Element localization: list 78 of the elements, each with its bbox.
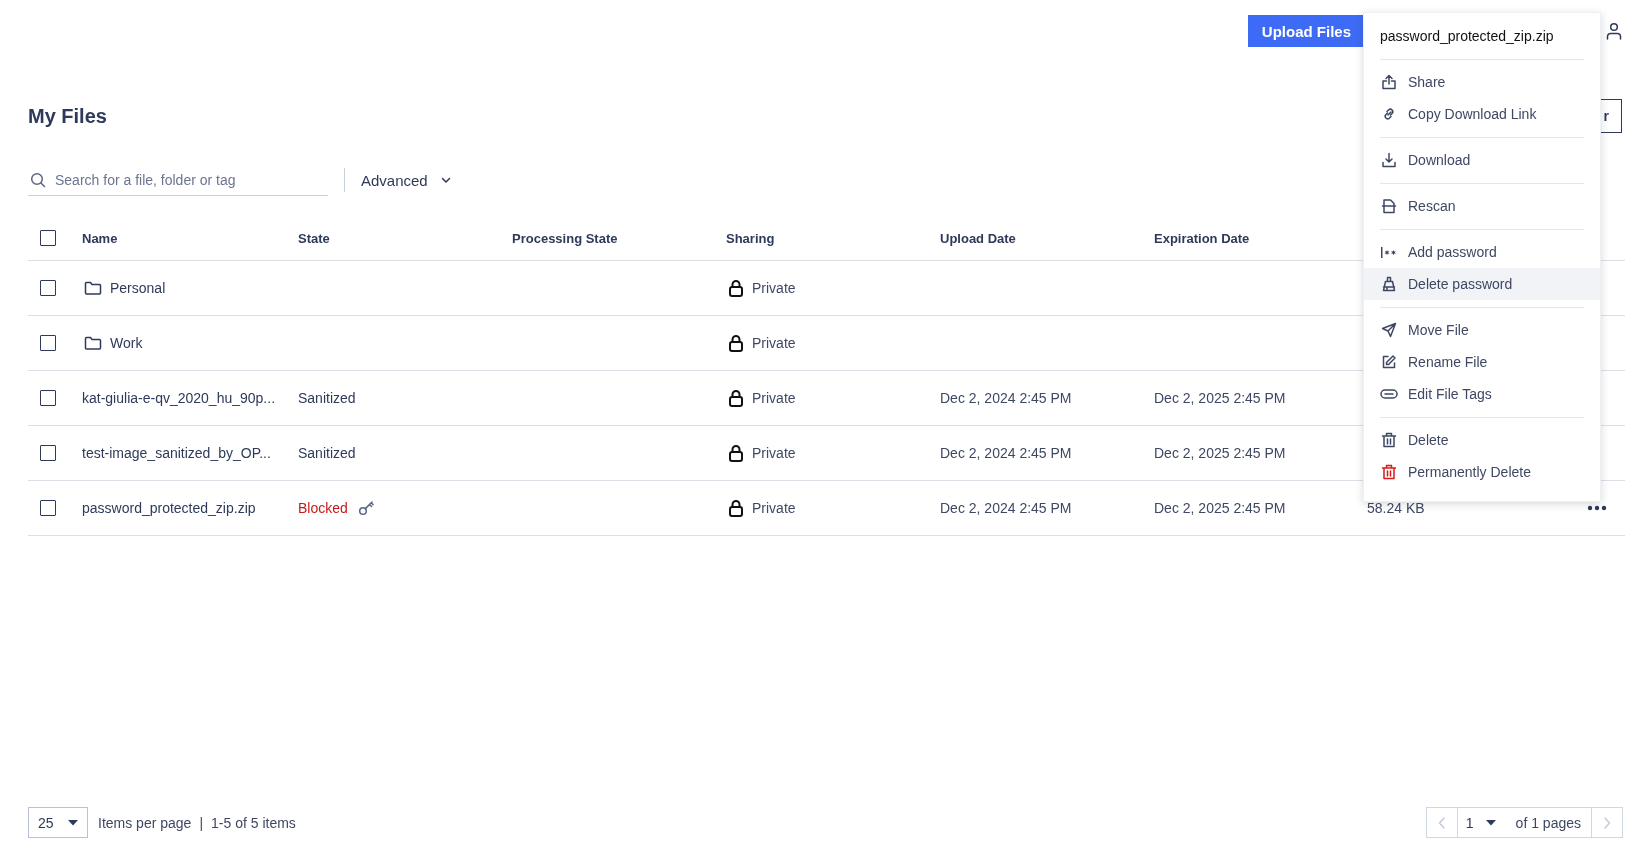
advanced-filter-button[interactable]: Advanced: [361, 171, 452, 189]
checkbox[interactable]: [40, 500, 56, 516]
eraser-icon: [1380, 276, 1398, 292]
trash-icon: [1380, 464, 1398, 480]
menu-item[interactable]: Download: [1364, 144, 1600, 176]
share-icon: [1380, 74, 1398, 90]
upload-date: Dec 2, 2024 2:45 PM: [940, 390, 1072, 406]
menu-item[interactable]: Delete password: [1364, 268, 1600, 300]
menu-item[interactable]: Add password: [1364, 236, 1600, 268]
caret-icon: [1485, 819, 1496, 826]
chevron-left-icon: [1437, 816, 1446, 829]
menu-item[interactable]: Copy Download Link: [1364, 98, 1600, 130]
search-icon: [30, 172, 46, 188]
state-text: Sanitized: [298, 445, 356, 461]
checkbox[interactable]: [40, 230, 56, 246]
column-header[interactable]: State: [298, 230, 330, 246]
lock-icon: [728, 389, 744, 407]
upload-date: Dec 2, 2024 2:45 PM: [940, 445, 1072, 461]
lock-icon: [728, 334, 744, 352]
per-page-select[interactable]: 25: [28, 807, 88, 838]
download-icon: [1380, 152, 1398, 168]
state-text: Sanitized: [298, 390, 356, 406]
sharing-text: Private: [752, 445, 796, 461]
file-name[interactable]: password_protected_zip.zip: [82, 500, 256, 516]
folder-icon: [84, 280, 102, 296]
column-header[interactable]: Upload Date: [940, 230, 1016, 246]
file-name[interactable]: kat-giulia-e-qv_2020_hu_90p...: [82, 390, 276, 406]
menu-item[interactable]: Permanently Delete: [1364, 456, 1600, 488]
sharing-text: Private: [752, 335, 796, 351]
menu-item[interactable]: Rescan: [1364, 190, 1600, 222]
more-icon[interactable]: [1587, 505, 1607, 511]
menu-item[interactable]: Rename File: [1364, 346, 1600, 378]
menu-item[interactable]: Edit File Tags: [1364, 378, 1600, 410]
lock-icon: [728, 499, 744, 517]
trash-icon: [1380, 432, 1398, 448]
folder-name[interactable]: Work: [110, 335, 143, 351]
upload-date: Dec 2, 2024 2:45 PM: [940, 500, 1072, 516]
upload-files-button[interactable]: Upload Files: [1247, 15, 1365, 47]
file-size: 58.24 KB: [1367, 500, 1425, 516]
sharing-text: Private: [752, 390, 796, 406]
column-header[interactable]: Processing State: [512, 230, 618, 246]
separator: |: [199, 814, 204, 831]
menu-item[interactable]: Delete: [1364, 424, 1600, 456]
send-icon: [1380, 322, 1398, 338]
per-page-label: Items per page: [98, 814, 192, 831]
chevron-right-icon: [1603, 816, 1611, 829]
expiration-date: Dec 2, 2025 2:45 PM: [1154, 390, 1286, 406]
checkbox[interactable]: [40, 280, 56, 296]
user-icon[interactable]: [1605, 22, 1623, 40]
page-total: of 1 pages: [1515, 814, 1581, 831]
expiration-date: Dec 2, 2025 2:45 PM: [1154, 445, 1286, 461]
lock-icon: [728, 279, 744, 297]
folder-icon: [84, 335, 102, 351]
tag-icon: [1380, 388, 1398, 400]
checkbox[interactable]: [40, 390, 56, 406]
edit-icon: [1380, 354, 1398, 370]
column-header[interactable]: Name: [82, 230, 118, 246]
expiration-date: Dec 2, 2025 2:45 PM: [1154, 500, 1286, 516]
page-title: My Files: [28, 104, 107, 128]
checkbox[interactable]: [40, 445, 56, 461]
sharing-text: Private: [752, 500, 796, 516]
checkbox[interactable]: [40, 335, 56, 351]
file-name[interactable]: test-image_sanitized_by_OP...: [82, 445, 271, 461]
page-select[interactable]: 1: [1465, 814, 1496, 831]
search-field[interactable]: Search for a file, folder or tag: [28, 164, 328, 196]
column-header[interactable]: Expiration Date: [1154, 230, 1250, 246]
lock-icon: [728, 444, 744, 462]
folder-name[interactable]: Personal: [110, 280, 166, 296]
password-icon: [1380, 244, 1398, 260]
menu-item[interactable]: Share: [1364, 66, 1600, 98]
menu-item[interactable]: Move File: [1364, 314, 1600, 346]
item-range: 1-5 of 5 items: [211, 814, 296, 831]
scanner-icon: [1380, 198, 1398, 214]
menu-title: password_protected_zip.zip: [1380, 13, 1584, 60]
state-text: Blocked: [298, 500, 348, 516]
sharing-text: Private: [752, 280, 796, 296]
caret-icon: [67, 819, 78, 826]
column-header[interactable]: Sharing: [726, 230, 775, 246]
